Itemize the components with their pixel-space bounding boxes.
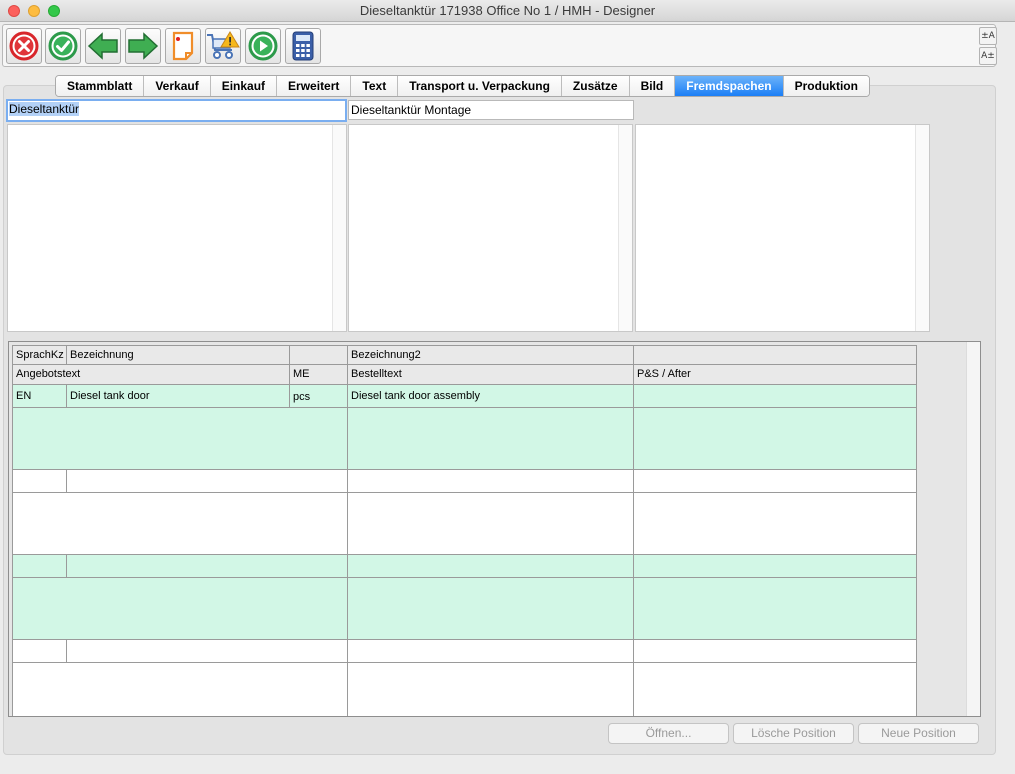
table-row-cell[interactable] bbox=[348, 555, 634, 578]
text-area-right-scrollbar[interactable] bbox=[915, 125, 929, 331]
table-row-cell[interactable] bbox=[634, 663, 917, 716]
table-row-cell[interactable] bbox=[348, 470, 634, 493]
confirm-button[interactable] bbox=[45, 28, 81, 64]
toolbar: ±A A± bbox=[2, 24, 997, 67]
table-row-cell[interactable] bbox=[12, 493, 348, 555]
table-row-cell[interactable] bbox=[12, 555, 67, 578]
tab-stammblatt[interactable]: Stammblatt bbox=[56, 76, 145, 96]
column-header-blank[interactable] bbox=[290, 345, 348, 365]
translations-table: SprachKz Bezeichnung Bezeichnung2 Angebo… bbox=[8, 341, 981, 717]
column-header-last[interactable] bbox=[634, 345, 917, 365]
font-increase-button[interactable]: ±A bbox=[979, 27, 997, 45]
tab-zusaetze[interactable]: Zusätze bbox=[561, 76, 630, 96]
table-row-cell[interactable] bbox=[348, 640, 634, 663]
tab-transport[interactable]: Transport u. Verpackung bbox=[398, 76, 562, 96]
play-icon bbox=[248, 31, 278, 61]
cell-me[interactable]: pcs bbox=[290, 385, 348, 408]
column-header-angebotstext[interactable]: Angebotstext bbox=[12, 365, 290, 385]
table-row-cell[interactable] bbox=[634, 470, 917, 493]
calculator-icon bbox=[290, 31, 316, 61]
note-icon bbox=[169, 31, 197, 61]
tab-text[interactable]: Text bbox=[351, 76, 399, 96]
tab-einkauf[interactable]: Einkauf bbox=[210, 76, 278, 96]
cell-bezeichnung[interactable]: Diesel tank door bbox=[67, 385, 290, 408]
font-decrease-button[interactable]: A± bbox=[979, 47, 997, 65]
text-area-left[interactable] bbox=[7, 124, 347, 332]
text-area-right[interactable] bbox=[635, 124, 930, 332]
table-row-cell[interactable] bbox=[12, 663, 348, 716]
table-scrollbar[interactable] bbox=[966, 342, 980, 716]
column-header-bezeichnung[interactable]: Bezeichnung bbox=[67, 345, 290, 365]
open-button[interactable]: Öffnen... bbox=[608, 723, 729, 744]
forward-button[interactable] bbox=[125, 28, 161, 64]
cell-bezeichnung2[interactable]: Diesel tank door assembly bbox=[348, 385, 634, 408]
cell-ps-after[interactable] bbox=[634, 408, 917, 470]
window-title: Dieseltanktür 171938 Office No 1 / HMH -… bbox=[359, 3, 656, 18]
table-row-cell[interactable] bbox=[634, 578, 917, 640]
tab-bild[interactable]: Bild bbox=[629, 76, 676, 96]
text-area-middle[interactable] bbox=[348, 124, 633, 332]
column-header-sprachkz[interactable]: SprachKz bbox=[12, 345, 67, 365]
table-row-cell[interactable] bbox=[634, 493, 917, 555]
tab-fremdsprachen[interactable]: Fremdspachen bbox=[675, 76, 784, 96]
text-area-middle-scrollbar[interactable] bbox=[618, 125, 632, 331]
table-row-cell[interactable] bbox=[67, 555, 348, 578]
cell-last[interactable] bbox=[634, 385, 917, 408]
column-header-me[interactable]: ME bbox=[290, 365, 348, 385]
table-row-cell[interactable] bbox=[348, 663, 634, 716]
table-row-cell[interactable] bbox=[348, 578, 634, 640]
tab-bar: Stammblatt Verkauf Einkauf Erweitert Tex… bbox=[55, 75, 870, 97]
description-field[interactable]: Dieseltanktür Montage bbox=[348, 100, 634, 120]
column-header-ps-after[interactable]: P&S / After bbox=[634, 365, 917, 385]
column-header-bestelltext[interactable]: Bestelltext bbox=[348, 365, 634, 385]
note-button[interactable] bbox=[165, 28, 201, 64]
cell-angebotstext[interactable] bbox=[12, 408, 348, 470]
tab-verkauf[interactable]: Verkauf bbox=[144, 76, 211, 96]
cart-warning-button[interactable] bbox=[205, 28, 241, 64]
text-area-left-scrollbar[interactable] bbox=[332, 125, 346, 331]
name-field[interactable]: Dieseltanktür bbox=[6, 99, 347, 122]
column-header-bezeichnung2[interactable]: Bezeichnung2 bbox=[348, 345, 634, 365]
cart-warning-icon bbox=[206, 30, 240, 62]
back-arrow-icon bbox=[87, 31, 119, 61]
delete-position-button[interactable]: Lösche Position bbox=[733, 723, 854, 744]
title-bar: Dieseltanktür 171938 Office No 1 / HMH -… bbox=[0, 0, 1015, 22]
new-position-button[interactable]: Neue Position bbox=[858, 723, 979, 744]
cell-bestelltext[interactable] bbox=[348, 408, 634, 470]
table-row-cell[interactable] bbox=[634, 640, 917, 663]
cancel-icon bbox=[9, 31, 39, 61]
table-row-cell[interactable] bbox=[12, 640, 67, 663]
back-button[interactable] bbox=[85, 28, 121, 64]
cell-sprachkz[interactable]: EN bbox=[12, 385, 67, 408]
table-row-cell[interactable] bbox=[634, 555, 917, 578]
table-row-cell[interactable] bbox=[67, 470, 348, 493]
confirm-icon bbox=[48, 31, 78, 61]
name-field-value: Dieseltanktür bbox=[9, 102, 80, 116]
calculator-button[interactable] bbox=[285, 28, 321, 64]
play-button[interactable] bbox=[245, 28, 281, 64]
tab-produktion[interactable]: Produktion bbox=[783, 76, 869, 96]
forward-arrow-icon bbox=[127, 31, 159, 61]
table-row-cell[interactable] bbox=[12, 578, 348, 640]
tab-erweitert[interactable]: Erweitert bbox=[277, 76, 352, 96]
cancel-button[interactable] bbox=[6, 28, 42, 64]
designer-window: Dieseltanktür 171938 Office No 1 / HMH -… bbox=[0, 0, 1015, 774]
table-row-cell[interactable] bbox=[348, 493, 634, 555]
table-row-cell[interactable] bbox=[12, 470, 67, 493]
table-row-cell[interactable] bbox=[67, 640, 348, 663]
